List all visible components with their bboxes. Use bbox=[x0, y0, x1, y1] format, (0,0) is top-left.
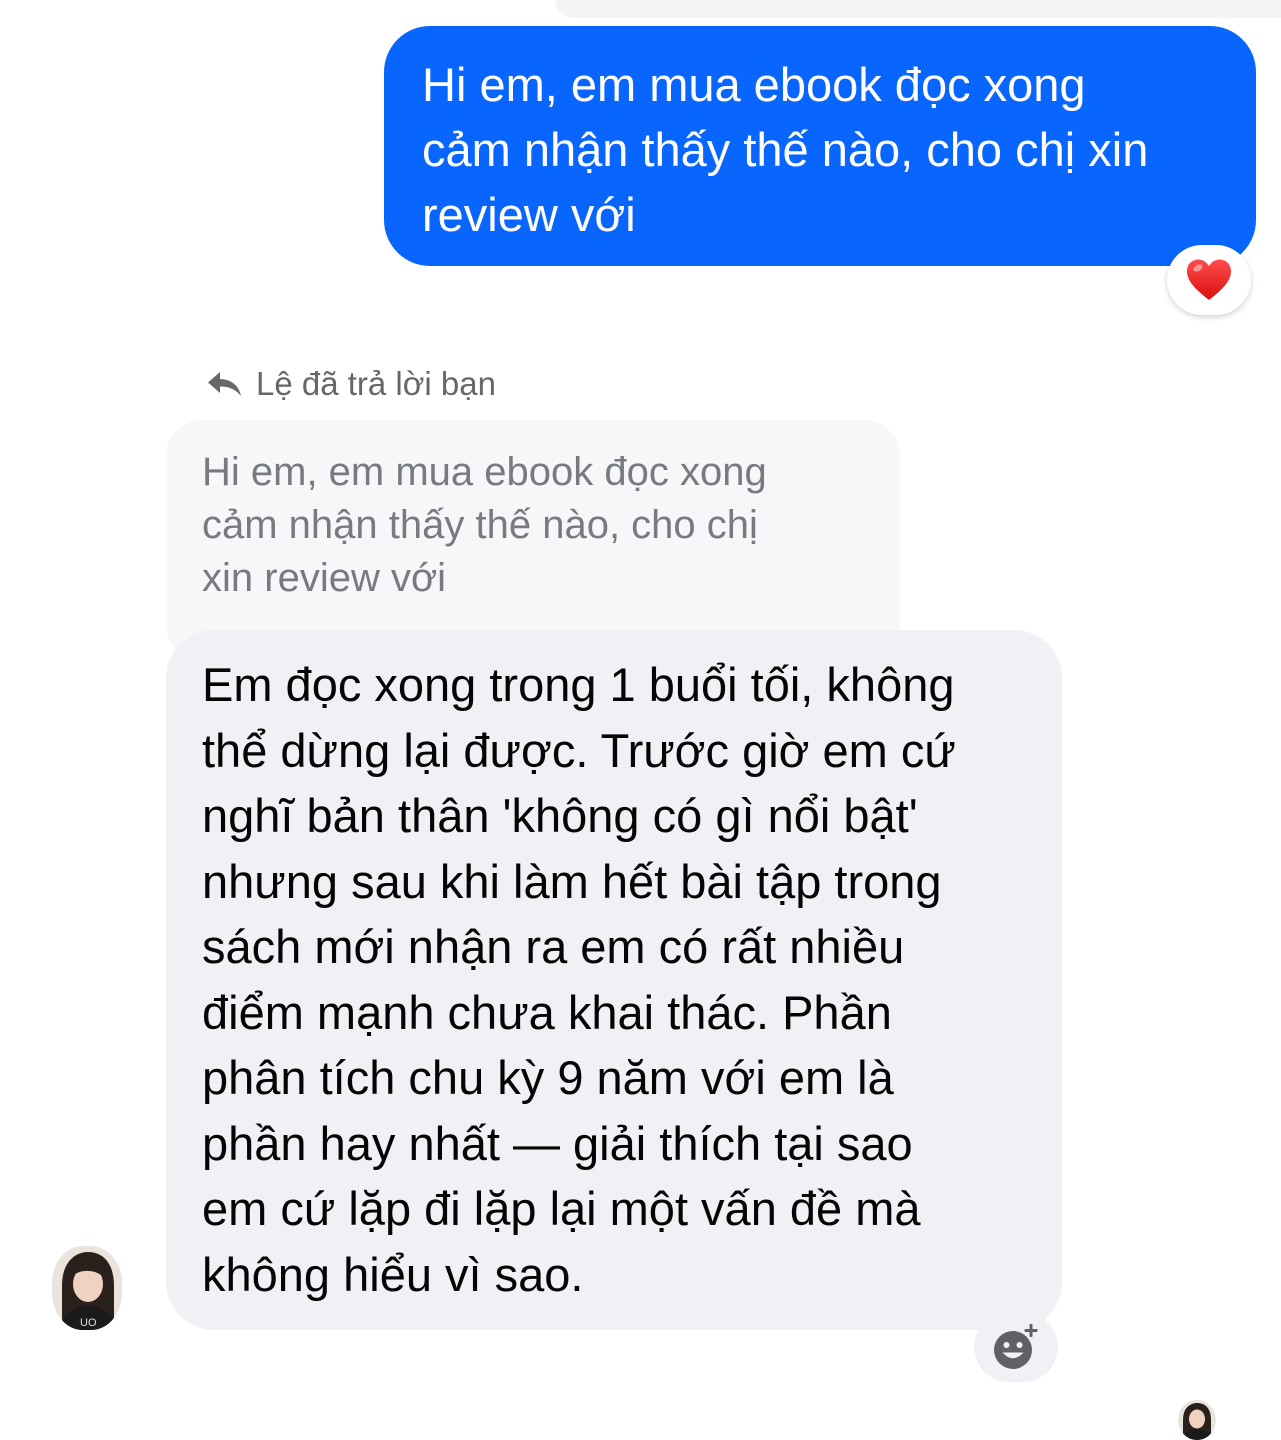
add-reaction-icon bbox=[994, 1324, 1038, 1369]
received-message-line: phân tích chu kỳ 9 năm với em là bbox=[202, 1051, 894, 1104]
reply-arrow-icon bbox=[208, 372, 241, 396]
quoted-message-line: Hi em, em mua ebook đọc xong bbox=[202, 450, 767, 494]
received-message-line: sách mới nhận ra em có rất nhiều bbox=[202, 920, 905, 973]
previous-message-edge bbox=[555, 0, 1281, 18]
quoted-message-line: cảm nhận thấy thế nào, cho chị bbox=[202, 503, 758, 547]
heart-icon bbox=[1187, 259, 1231, 300]
quoted-message-line: xin review với bbox=[202, 556, 447, 600]
add-reaction-button[interactable] bbox=[974, 1312, 1058, 1382]
sent-message-bubble[interactable]: Hi em, em mua ebook đọc xong cảm nhận th… bbox=[384, 26, 1256, 266]
received-message-line: điểm mạnh chưa khai thác. Phần bbox=[202, 985, 892, 1039]
received-message-line: nghĩ bản thân 'không có gì nổi bật' bbox=[202, 789, 918, 842]
reply-header: Lệ đã trả lời bạn bbox=[206, 362, 496, 406]
received-message-bubble[interactable]: Em đọc xong trong 1 buổi tối, không thể … bbox=[166, 630, 1062, 1330]
received-message-line: nhưng sau khi làm hết bài tập trong bbox=[202, 854, 942, 908]
sender-avatar[interactable]: UO bbox=[52, 1246, 122, 1330]
read-receipt-image bbox=[1178, 1400, 1216, 1440]
received-message-line: không hiểu vì sao. bbox=[202, 1247, 584, 1301]
received-message-line: thể dừng lại được. Trước giờ em cứ bbox=[202, 723, 956, 777]
avatar-image: UO bbox=[52, 1246, 122, 1330]
sent-message-line: cảm nhận thấy thế nào, cho chị xin bbox=[422, 123, 1149, 176]
received-message-line: Em đọc xong trong 1 buổi tối, không bbox=[202, 658, 955, 711]
received-message-line: phần hay nhất — giải thích tại sao bbox=[202, 1116, 913, 1170]
svg-text:UO: UO bbox=[80, 1317, 97, 1329]
read-receipt-avatar bbox=[1178, 1400, 1216, 1440]
message-reaction-badge[interactable] bbox=[1167, 245, 1251, 315]
received-message-line: em cứ lặp đi lặp lại một vấn đề mà bbox=[202, 1182, 921, 1235]
sent-message-line: Hi em, em mua ebook đọc xong bbox=[422, 58, 1086, 111]
sent-message-line: review với bbox=[422, 188, 636, 241]
reply-header-text: Lệ đã trả lời bạn bbox=[256, 365, 496, 402]
quoted-message-bubble[interactable]: Hi em, em mua ebook đọc xong cảm nhận th… bbox=[166, 420, 900, 660]
